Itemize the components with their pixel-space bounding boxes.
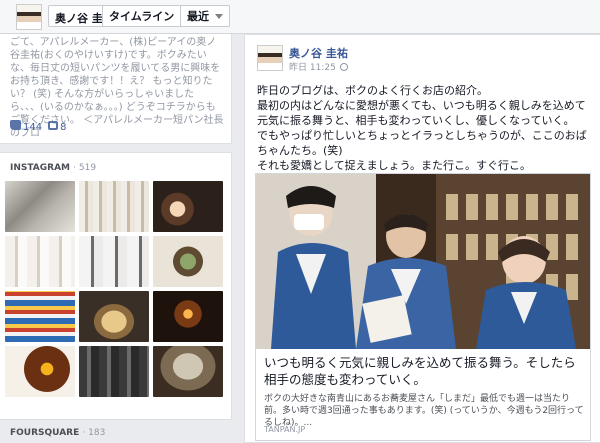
instagram-photo[interactable] [153,236,223,287]
top-navigation-bar: 奥ノ谷 圭祐 タイムライン 最近 [0,0,600,34]
instagram-title-text: INSTAGRAM [10,163,71,173]
link-domain: TANPAN.JP [264,425,306,434]
comments-link[interactable]: 8 [48,120,67,133]
instagram-photo[interactable] [5,346,75,397]
foursquare-title[interactable]: FOURSQUARE · 183 [10,428,105,438]
instagram-photo[interactable] [153,346,223,397]
instagram-photo[interactable] [79,181,149,232]
profile-avatar[interactable] [16,4,42,30]
instagram-photo[interactable] [153,291,223,342]
instagram-section: INSTAGRAM · 519 [0,152,232,420]
likes-count: 144 [23,122,43,133]
foursquare-count: · 183 [82,428,106,438]
instagram-photo[interactable] [5,181,75,232]
instagram-photo[interactable] [5,236,75,287]
author-name-link[interactable]: 奥ノ谷 圭祐 [289,45,348,61]
likes-link[interactable]: 144 [10,120,42,133]
post-body: 昨日のブログは、ボクのよく行くお店の紹介。 最初の内はどんなに愛想が悪くても、い… [257,83,595,173]
comment-icon [48,120,59,130]
instagram-photo[interactable] [79,291,149,342]
comments-count: 8 [60,121,67,133]
shared-link-card[interactable]: いつも明るく元気に親しみを込めて振る舞う。そしたら相手の態度も変わっていく。 ボ… [255,173,591,441]
left-post-card: ごて、アパレルメーカー、(株)ピーアイの奥ノ谷圭祐(おくのやけいすけ)です。ボク… [0,34,232,144]
instagram-title[interactable]: INSTAGRAM · 519 [10,163,96,173]
globe-icon [339,62,348,71]
like-icon [10,120,21,130]
instagram-photo[interactable] [5,291,75,342]
shop-photo [256,174,590,349]
instagram-count: · 519 [73,163,97,173]
instagram-photo[interactable] [153,181,223,232]
author-avatar[interactable] [257,45,283,71]
post-line: それも愛嬌として捉えましょう。また行こ。すぐ行こ。 [257,159,532,172]
link-description: ボクの大好きな南青山にあるお蕎麦屋さん「しまだ」最低でも週一は当たり前。多い時で… [264,394,584,428]
foursquare-title-text: FOURSQUARE [10,428,80,438]
link-preview-image[interactable] [256,174,590,349]
post-stats: 144 8 [10,120,66,133]
instagram-photo[interactable] [79,236,149,287]
post-time-text: 昨日 11:25 [289,63,336,73]
post-line: でもやっぱり忙しいとちょっとイラっとしちゃうのが、ここのおばちゃんたち。(笑) [257,129,587,157]
instagram-photo-grid [5,181,223,397]
chevron-down-icon [215,13,223,19]
instagram-photo[interactable] [79,346,149,397]
link-title[interactable]: いつも明るく元気に親しみを込めて振る舞う。そしたら相手の態度も変わっていく。 [264,354,584,388]
timeline-post: 奥ノ谷 圭祐 昨日 11:25 昨日のブログは、ボクのよく行くお店の紹介。 最初… [244,34,600,443]
recent-label: 最近 [187,10,209,23]
post-line: 最初の内はどんなに愛想が悪くても、いつも明るく親しみを込めて元気に振る舞うと、相… [257,99,586,127]
post-line: 昨日のブログは、ボクのよく行くお店の紹介。 [257,84,488,97]
post-timestamp[interactable]: 昨日 11:25 [289,60,348,73]
timeline-label: タイムライン [109,10,175,23]
recent-dropdown[interactable]: 最近 [180,5,230,27]
